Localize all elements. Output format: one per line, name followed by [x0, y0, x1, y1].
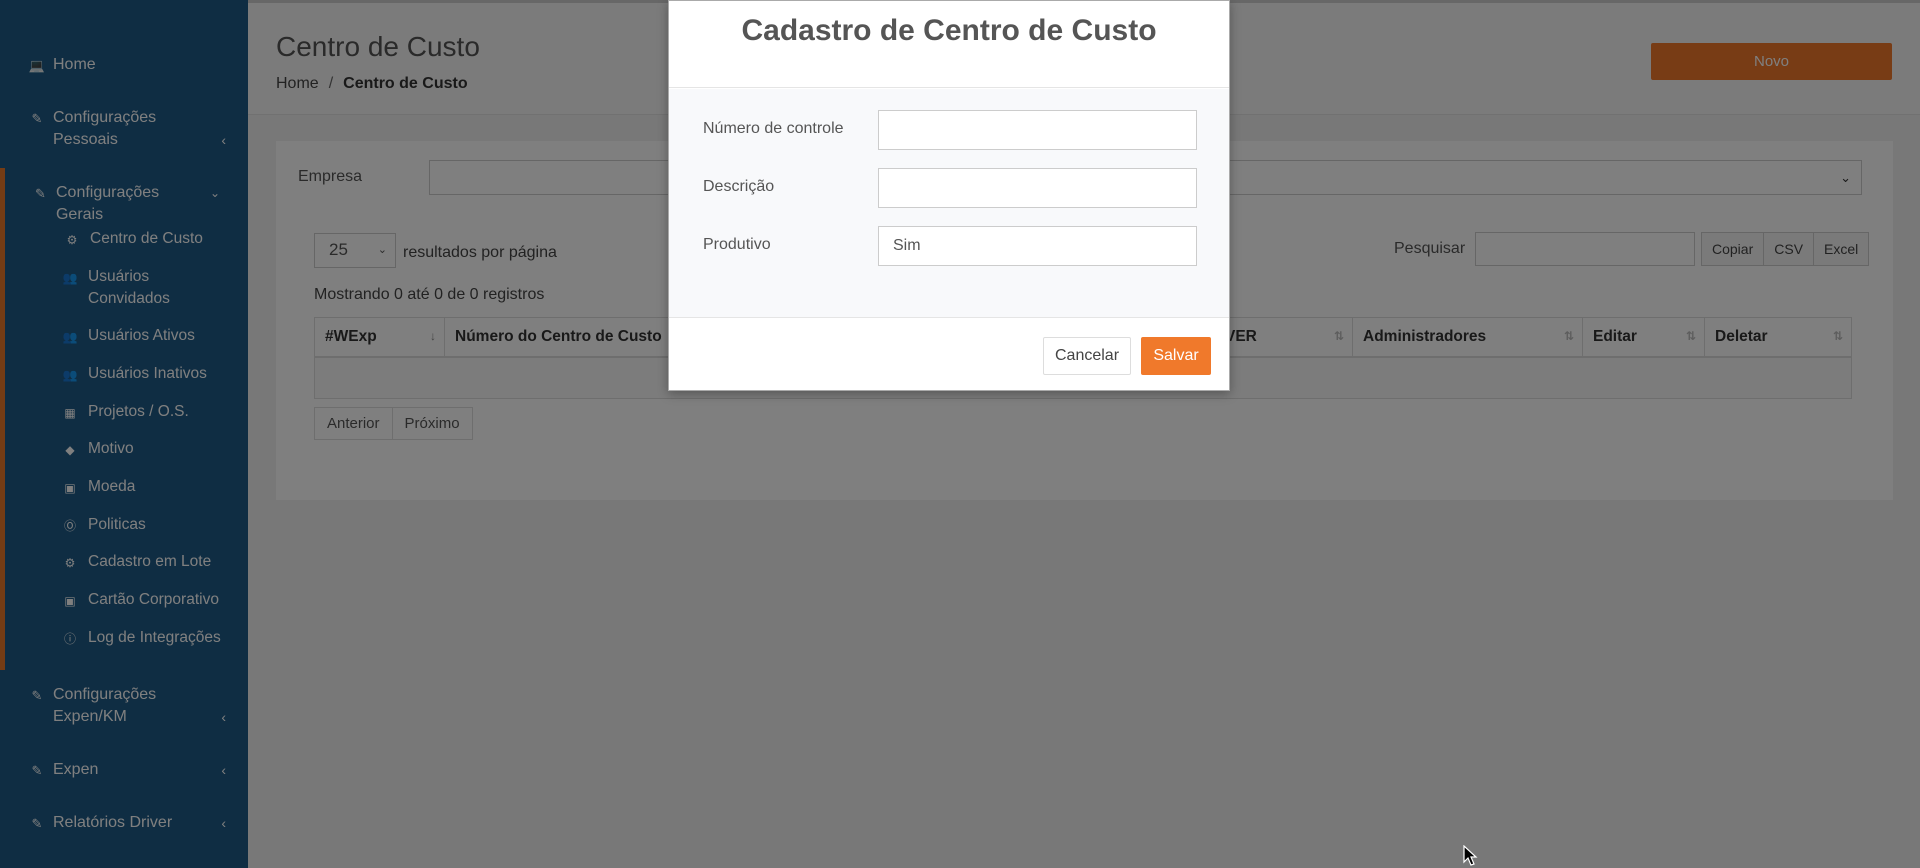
numero-controle-input[interactable] [878, 110, 1197, 150]
modal-title: Cadastro de Centro de Custo [741, 14, 1157, 47]
form-row-numero-controle: Número de controle [703, 110, 1197, 150]
descricao-input[interactable] [878, 168, 1197, 208]
mouse-cursor-icon [1463, 845, 1478, 866]
cadastro-modal: Cadastro de Centro de Custo Número de co… [668, 0, 1230, 391]
save-button[interactable]: Salvar [1141, 337, 1211, 375]
numero-controle-label: Número de controle [703, 120, 844, 137]
cancel-button[interactable]: Cancelar [1043, 337, 1131, 375]
descricao-label: Descrição [703, 178, 775, 195]
form-row-descricao: Descrição [703, 168, 1197, 208]
modal-body: Número de controle Descrição Produtivo [669, 89, 1229, 317]
modal-footer: Cancelar Salvar [669, 317, 1229, 390]
form-row-produtivo: Produtivo [703, 226, 1197, 266]
modal-header: Cadastro de Centro de Custo [669, 1, 1229, 88]
produtivo-label: Produtivo [703, 236, 771, 253]
produtivo-input[interactable] [878, 226, 1197, 266]
